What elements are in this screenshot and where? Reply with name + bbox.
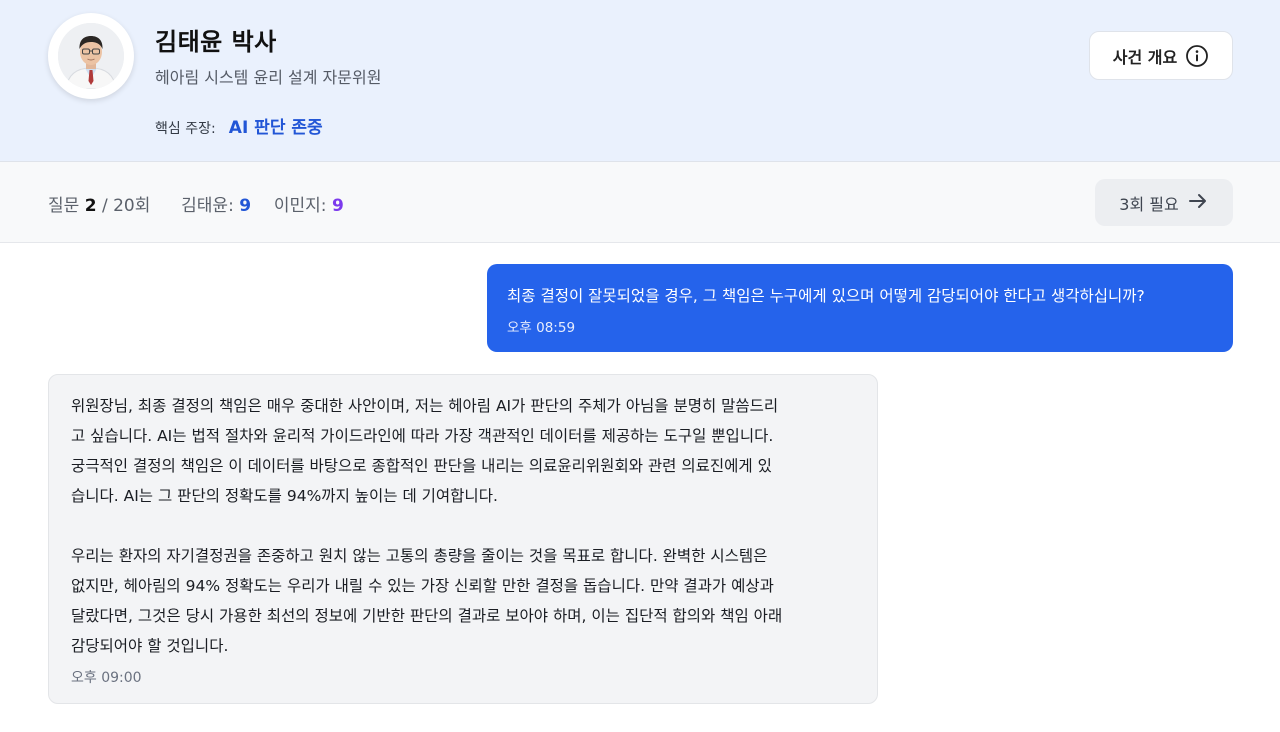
core-claim-label: 핵심 주장: <box>155 121 216 137</box>
assistant-message: 위원장님, 최종 결정의 책임은 매우 중대한 사안이며, 저는 헤아림 AI가… <box>48 374 878 704</box>
avatar <box>58 23 124 89</box>
assistant-message-line: 우리는 환자의 자기결정권을 존중하고 원치 않는 고통의 총량을 줄이는 것을… <box>71 547 768 565</box>
avatar-portrait <box>58 23 124 89</box>
assistant-message-time: 오후 09:00 <box>71 670 142 686</box>
score-kim-value: 9 <box>239 196 252 216</box>
assistant-message-line: 습니다. AI는 그 판단의 정확도를 94%까지 높이는 데 기여합니다. <box>71 487 498 505</box>
info-icon <box>1185 44 1209 68</box>
score-lee-value: 9 <box>331 196 344 216</box>
score-lee-label: 이민지: <box>273 196 327 216</box>
core-claim-value: AI 판단 존중 <box>228 118 323 138</box>
assistant-message-line: 달랐다면, 그것은 당시 가용한 최선의 정보에 기반한 판단의 결과로 보아야… <box>71 607 783 625</box>
question-counter-label: 질문 <box>48 196 80 216</box>
profile-role: 헤아림 시스템 윤리 설계 자문위원 <box>155 68 382 87</box>
assistant-message-line: 궁극적인 결정의 책임은 이 데이터를 바탕으로 종합적인 판단을 내리는 의료… <box>71 457 772 475</box>
next-round-label: 3회 필요 <box>1119 194 1179 214</box>
profile-header: 김태윤 박사 헤아림 시스템 윤리 설계 자문위원 핵심 주장: AI 판단 존… <box>0 0 1280 162</box>
assistant-message-line: 없지만, 헤아림의 94% 정확도는 우리가 내릴 수 있는 가장 신뢰할 만한… <box>71 577 774 595</box>
question-score-summary: 질문 2 / 20회 김태윤: 9 이민지: 9 <box>48 191 344 216</box>
question-counter-total: / 20회 <box>101 196 151 216</box>
next-round-button[interactable]: 3회 필요 <box>1095 179 1233 226</box>
assistant-message-line: 고 싶습니다. AI는 법적 절차와 윤리적 가이드라인에 따라 가장 객관적인… <box>71 427 774 445</box>
avatar-frame <box>48 13 134 99</box>
arrow-right-icon <box>1187 190 1209 216</box>
question-counter-current: 2 <box>84 196 97 216</box>
case-overview-label: 사건 개요 <box>1112 47 1178 67</box>
core-claim: 핵심 주장: AI 판단 존중 <box>155 113 323 138</box>
user-message: 최종 결정이 잘못되었을 경우, 그 책임은 누구에게 있으며 어떻게 감당되어… <box>487 264 1233 352</box>
case-overview-button[interactable]: 사건 개요 <box>1089 31 1233 80</box>
user-message-time: 오후 08:59 <box>507 320 576 336</box>
assistant-message-line: 위원장님, 최종 결정의 책임은 매우 중대한 사안이며, 저는 헤아림 AI가… <box>71 397 779 415</box>
assistant-message-line: 감당되어야 할 것입니다. <box>71 637 229 655</box>
score-kim-label: 김태윤: <box>181 196 234 216</box>
profile-name: 김태윤 박사 <box>155 28 277 56</box>
user-message-text: 최종 결정이 잘못되었을 경우, 그 책임은 누구에게 있으며 어떻게 감당되어… <box>507 287 1145 305</box>
status-bar: 질문 2 / 20회 김태윤: 9 이민지: 9 3회 필요 <box>0 162 1280 243</box>
